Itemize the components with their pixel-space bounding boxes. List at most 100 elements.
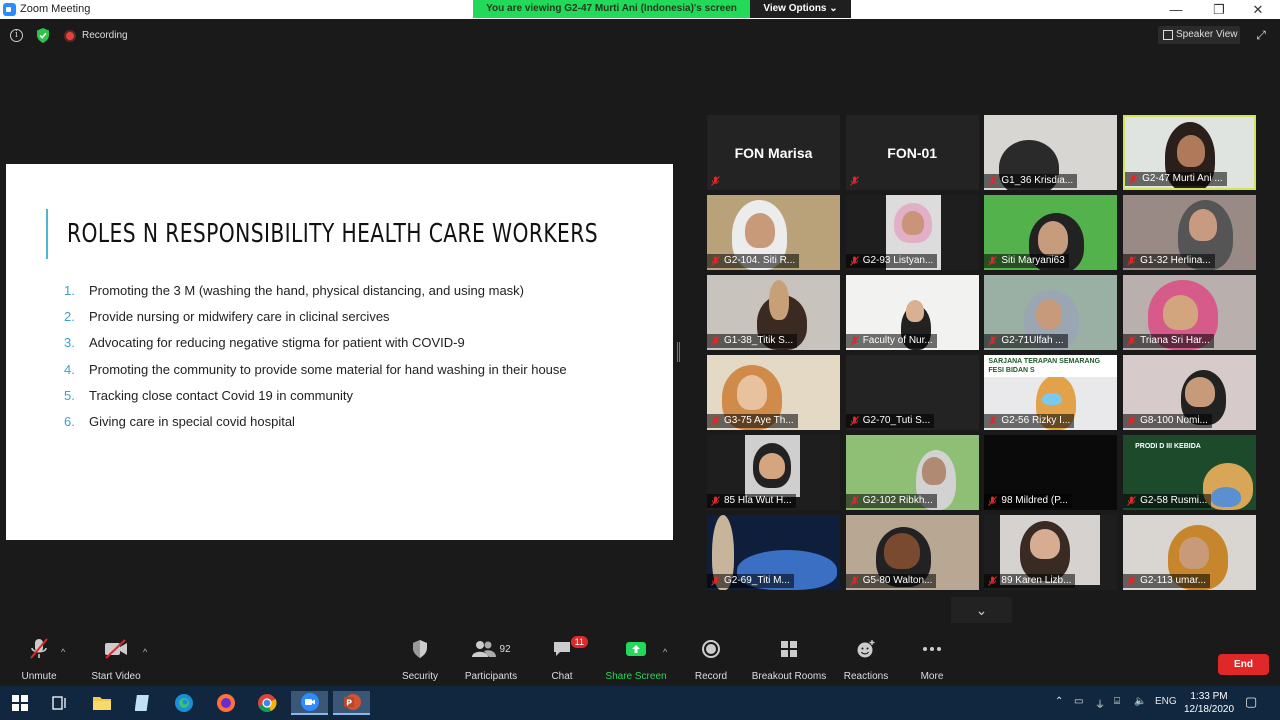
svg-text:P: P xyxy=(346,699,352,708)
taskbar-clock[interactable]: 1:33 PM 12/18/2020 xyxy=(1180,690,1238,716)
minimize-button[interactable]: — xyxy=(1161,1,1191,18)
participant-label-text: G1-38_Titik S... xyxy=(724,335,794,346)
participant-tile[interactable]: G5-80 Walton... xyxy=(845,515,979,590)
participant-tile[interactable]: SARJANA TERAPAN SEMARANG FESI BIDAN S G2-… xyxy=(984,355,1118,430)
task-view-icon[interactable] xyxy=(48,691,72,715)
slide-list: 1. Promoting the 3 M (washing the hand, p… xyxy=(64,283,567,440)
participant-tile[interactable]: G2-71Ulfah ... xyxy=(984,275,1118,350)
participant-figure xyxy=(1185,377,1216,407)
participant-name-label: G2-71Ulfah ... xyxy=(984,334,1068,348)
end-meeting-button[interactable]: End xyxy=(1218,654,1269,675)
tray-usb-icon[interactable]: ⏚ xyxy=(1095,696,1105,711)
participant-label-text: G2-69_Titi M... xyxy=(724,575,790,586)
participant-tile[interactable]: Faculty of Nur... xyxy=(845,275,979,350)
participant-tile[interactable]: G2-69_Titi M... xyxy=(707,515,840,590)
info-icon[interactable]: i xyxy=(10,29,23,42)
audio-options-caret-icon[interactable]: ^ xyxy=(61,647,65,657)
gallery-next-page-button[interactable]: ⌄ xyxy=(951,597,1012,623)
volume-icon[interactable]: 🔈 xyxy=(1134,696,1146,707)
share-options-caret-icon[interactable]: ^ xyxy=(663,647,667,657)
battery-icon[interactable]: ▭ xyxy=(1074,696,1083,707)
participant-tile[interactable]: G2-104. Siti R... xyxy=(707,195,840,270)
participant-label-text: G2-58 Rusmi... xyxy=(1140,495,1208,506)
chat-button[interactable]: 11 Chat xyxy=(546,635,588,685)
record-button[interactable]: Record xyxy=(692,635,730,685)
reactions-button[interactable]: Reactions xyxy=(842,635,890,685)
muted-mic-icon xyxy=(988,176,998,186)
list-item: 6. Giving care in special covid hospital xyxy=(64,414,567,440)
windows-start-icon[interactable] xyxy=(8,691,32,715)
windows-taskbar: P ⌃ ▭ ⏚ ⌸ 🔈 ENG ▢ xyxy=(0,686,1280,720)
participant-tile[interactable]: G3-75 Aye Th... xyxy=(707,355,840,430)
speaker-view-button[interactable]: Speaker View xyxy=(1158,26,1240,44)
participant-label-text: 98 Mildred (P... xyxy=(1001,495,1068,506)
participant-label-text: G1-32 Herlina... xyxy=(1140,255,1211,266)
close-button[interactable]: ✕ xyxy=(1243,1,1273,18)
chevron-down-icon: ⌄ xyxy=(829,3,838,14)
participant-tile[interactable]: G2-102 Ribkh... xyxy=(845,435,979,510)
powerpoint-icon[interactable]: P xyxy=(333,691,370,715)
fullscreen-icon[interactable]: ⤢ xyxy=(1254,28,1268,42)
participant-tile[interactable]: G8-100 Nomi... xyxy=(1123,355,1257,430)
participant-tile[interactable]: G2-47 Murti Ani ... xyxy=(1123,115,1257,190)
participant-tile[interactable]: G1_36 Krisdia... xyxy=(984,115,1118,190)
share-screen-button[interactable]: Share Screen xyxy=(604,635,668,685)
participant-tile[interactable]: G2-93 Listyan... xyxy=(845,195,979,270)
participants-count: 92 xyxy=(499,643,511,655)
participant-tile[interactable]: Triana Sri Har... xyxy=(1123,275,1257,350)
list-number: 1. xyxy=(64,283,75,298)
edge-browser-icon[interactable] xyxy=(172,691,196,715)
muted-mic-icon xyxy=(849,416,859,426)
participant-label-text: G2-56 Rizky I... xyxy=(1001,415,1071,426)
unmute-button[interactable]: Unmute xyxy=(16,635,62,685)
zoom-taskbar-icon[interactable] xyxy=(291,691,328,715)
view-options-button[interactable]: View Options ⌄ xyxy=(750,0,851,18)
panel-resize-handle[interactable] xyxy=(677,342,680,362)
participant-tile[interactable]: 98 Mildred (P... xyxy=(984,435,1118,510)
participant-tile[interactable]: G2-113 umar... xyxy=(1123,515,1257,590)
participants-button[interactable]: 92 Participants xyxy=(462,635,520,685)
notepad-icon[interactable] xyxy=(131,691,155,715)
list-item: 1. Promoting the 3 M (washing the hand, p… xyxy=(64,283,567,309)
participant-name-label: G2-93 Listyan... xyxy=(845,254,938,268)
participant-name-label: G8-100 Nomi... xyxy=(1123,414,1212,428)
video-options-caret-icon[interactable]: ^ xyxy=(143,647,147,657)
list-item: 2. Provide nursing or midwifery care in c… xyxy=(64,309,567,335)
participant-tile[interactable]: 89 Karen Lizb... xyxy=(984,515,1118,590)
participant-tile[interactable]: Siti Maryani63 xyxy=(984,195,1118,270)
notifications-icon[interactable]: ▢ xyxy=(1245,694,1257,710)
encryption-shield-icon[interactable] xyxy=(36,28,50,43)
input-language[interactable]: ENG xyxy=(1155,696,1177,707)
security-button[interactable]: Security xyxy=(398,635,442,685)
participant-figure xyxy=(1177,135,1206,167)
participant-tile[interactable]: G1-32 Herlina... xyxy=(1123,195,1257,270)
tray-expand-icon[interactable]: ⌃ xyxy=(1055,696,1063,707)
participant-name-label: G3-75 Aye Th... xyxy=(707,414,798,428)
start-video-button[interactable]: Start Video xyxy=(88,635,144,685)
file-explorer-icon[interactable] xyxy=(90,691,114,715)
network-icon[interactable]: ⌸ xyxy=(1114,696,1120,707)
more-button[interactable]: More xyxy=(914,635,950,685)
slide-title: ROLES N RESPONSIBILITY HEALTH CARE WORKE… xyxy=(67,219,598,249)
participant-name-label: G2-47 Murti Ani ... xyxy=(1125,172,1227,186)
muted-mic-icon xyxy=(849,576,859,586)
grid-view-icon xyxy=(1163,30,1173,40)
participant-figure xyxy=(1038,221,1069,256)
maximize-button[interactable]: ❐ xyxy=(1204,1,1234,18)
participant-figure xyxy=(1179,537,1210,569)
participants-label: Participants xyxy=(464,671,518,682)
chrome-icon[interactable] xyxy=(255,691,279,715)
list-item: 3. Advocating for reducing negative stig… xyxy=(64,335,567,361)
participant-name-label: Faculty of Nur... xyxy=(845,334,937,348)
participant-tile[interactable]: 85 Hla Wut H... xyxy=(707,435,840,510)
participant-tile[interactable]: G2-70_Tuti S... xyxy=(845,355,979,430)
participant-tile[interactable]: FON Marisa xyxy=(707,115,840,190)
meeting-toolbar: Unmute ^ Start Video ^ Security 92 Parti… xyxy=(0,635,1280,685)
participant-tile[interactable]: G1-38_Titik S... xyxy=(707,275,840,350)
participant-tile[interactable]: PRODI D III KEBIDA G2-58 Rusmi... xyxy=(1123,435,1257,510)
participant-tile[interactable]: FON-01 xyxy=(845,115,979,190)
participant-label-text: Triana Sri Har... xyxy=(1140,335,1210,346)
breakout-rooms-button[interactable]: Breakout Rooms xyxy=(748,635,830,685)
participant-name-label: G2-113 umar... xyxy=(1123,574,1211,588)
firefox-icon[interactable] xyxy=(214,691,238,715)
